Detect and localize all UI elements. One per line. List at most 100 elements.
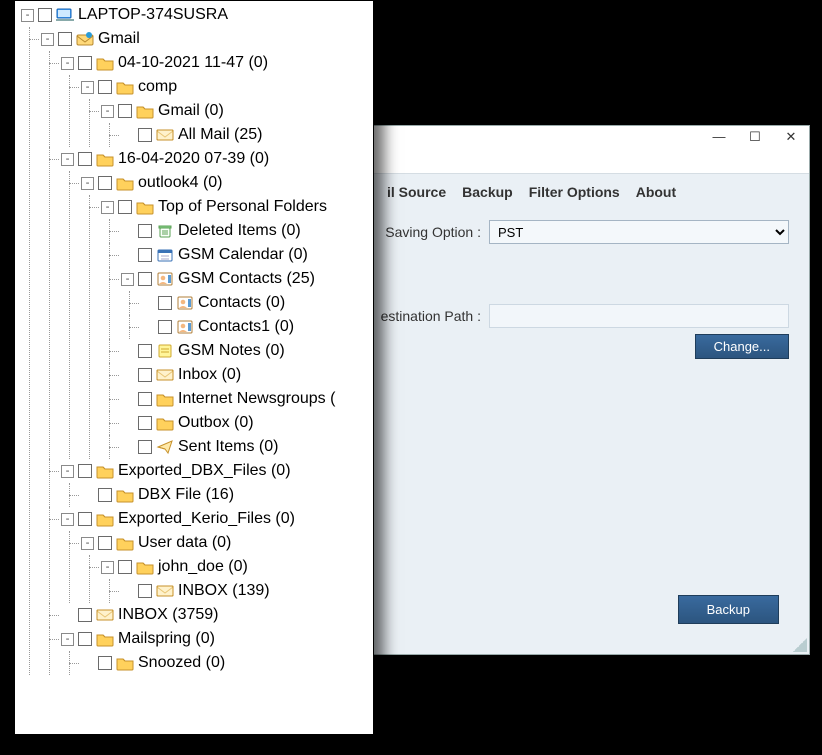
- checkbox[interactable]: [138, 440, 152, 454]
- collapse-icon[interactable]: -: [61, 153, 74, 166]
- tree-node-am[interactable]: All Mail (25): [121, 123, 373, 147]
- checkbox[interactable]: [98, 80, 112, 94]
- destination-path-input[interactable]: [489, 304, 789, 328]
- checkbox[interactable]: [138, 584, 152, 598]
- collapse-icon[interactable]: -: [61, 57, 74, 70]
- tree-node-dbf[interactable]: DBX File (16): [81, 483, 373, 507]
- collapse-icon[interactable]: -: [101, 561, 114, 574]
- maximize-button[interactable]: ☐: [737, 126, 773, 150]
- tree-node-jd[interactable]: -john_doe (0): [101, 555, 373, 579]
- backup-button[interactable]: Backup: [678, 595, 779, 624]
- tab-backup[interactable]: Backup: [456, 182, 519, 202]
- close-button[interactable]: ✕: [773, 126, 809, 150]
- tree-node-del[interactable]: Deleted Items (0): [121, 219, 373, 243]
- checkbox[interactable]: [78, 464, 92, 478]
- tree-label: All Mail (25): [178, 126, 262, 144]
- tab-filter-options[interactable]: Filter Options: [523, 182, 626, 202]
- contacts-icon: [176, 319, 194, 335]
- tree-node-snt[interactable]: Sent Items (0): [121, 435, 373, 459]
- collapse-icon[interactable]: -: [61, 465, 74, 478]
- checkbox[interactable]: [158, 320, 172, 334]
- collapse-icon[interactable]: -: [121, 273, 134, 286]
- checkbox[interactable]: [138, 272, 152, 286]
- folder-tree[interactable]: -LAPTOP-374SUSRA-Gmail-04-10-2021 11-47 …: [17, 3, 373, 675]
- tree-label: GSM Calendar (0): [178, 246, 308, 264]
- checkbox[interactable]: [138, 248, 152, 262]
- tab-about[interactable]: About: [630, 182, 682, 202]
- tree-node-ms[interactable]: - Mailspring (0): [61, 627, 373, 651]
- trash-icon: [156, 223, 174, 239]
- collapse-icon[interactable]: -: [21, 9, 34, 22]
- no-expander: [121, 225, 134, 238]
- saving-option-select[interactable]: PST: [489, 220, 789, 244]
- checkbox[interactable]: [78, 512, 92, 526]
- checkbox[interactable]: [98, 536, 112, 550]
- tree-label: Snoozed (0): [138, 654, 225, 672]
- tree-node-c2[interactable]: Contacts1 (0): [141, 315, 373, 339]
- collapse-icon[interactable]: -: [61, 513, 74, 526]
- tree-node-inb[interactable]: Inbox (0): [121, 363, 373, 387]
- checkbox[interactable]: [78, 632, 92, 646]
- tree-node-dbx[interactable]: -Exported_DBX_Files (0): [61, 459, 373, 483]
- tree-node-c1[interactable]: Contacts (0): [141, 291, 373, 315]
- tree-node-ker[interactable]: -Exported_Kerio_Files (0): [61, 507, 373, 531]
- collapse-icon[interactable]: -: [101, 105, 114, 118]
- folder-icon: [136, 559, 154, 575]
- resize-grip[interactable]: [793, 638, 807, 652]
- checkbox[interactable]: [78, 608, 92, 622]
- tree-label: Gmail: [98, 30, 140, 48]
- checkbox[interactable]: [78, 56, 92, 70]
- checkbox[interactable]: [78, 152, 92, 166]
- tree-node-ol4[interactable]: -outlook4 (0): [81, 171, 373, 195]
- tree-node-comp[interactable]: -comp: [81, 75, 373, 99]
- checkbox[interactable]: [158, 296, 172, 310]
- tree-label: Internet Newsgroups (: [178, 390, 335, 408]
- tree-node-ing[interactable]: Internet Newsgroups (: [121, 387, 373, 411]
- checkbox[interactable]: [118, 200, 132, 214]
- tree-node-root[interactable]: -LAPTOP-374SUSRA: [21, 3, 373, 27]
- checkbox[interactable]: [138, 368, 152, 382]
- minimize-button[interactable]: —: [701, 126, 737, 150]
- checkbox[interactable]: [38, 8, 52, 22]
- checkbox[interactable]: [98, 488, 112, 502]
- checkbox[interactable]: [138, 224, 152, 238]
- checkbox[interactable]: [138, 416, 152, 430]
- checkbox[interactable]: [118, 104, 132, 118]
- collapse-icon[interactable]: -: [61, 633, 74, 646]
- folder-icon: [96, 631, 114, 647]
- collapse-icon[interactable]: -: [81, 81, 94, 94]
- tree-node-out[interactable]: Outbox (0): [121, 411, 373, 435]
- tree-label: Mailspring (0): [118, 630, 215, 648]
- checkbox[interactable]: [138, 128, 152, 142]
- no-expander: [121, 441, 134, 454]
- tree-node-d2[interactable]: -16-04-2020 07-39 (0): [61, 147, 373, 171]
- change-button[interactable]: Change...: [695, 334, 789, 359]
- tree-node-gm[interactable]: -Gmail (0): [101, 99, 373, 123]
- tree-node-ud[interactable]: -User data (0): [81, 531, 373, 555]
- collapse-icon[interactable]: -: [81, 537, 94, 550]
- checkbox[interactable]: [138, 344, 152, 358]
- no-expander: [121, 417, 134, 430]
- tree-node-top[interactable]: - Top of Personal Folders: [101, 195, 373, 219]
- tree-node-d1[interactable]: -04-10-2021 11-47 (0): [61, 51, 373, 75]
- collapse-icon[interactable]: -: [81, 177, 94, 190]
- tree-label: Deleted Items (0): [178, 222, 301, 240]
- checkbox[interactable]: [58, 32, 72, 46]
- tree-node-not[interactable]: GSM Notes (0): [121, 339, 373, 363]
- tab-mail-source[interactable]: il Source: [381, 182, 452, 202]
- tree-node-sn[interactable]: Snoozed (0): [81, 651, 373, 675]
- collapse-icon[interactable]: -: [101, 201, 114, 214]
- tree-node-jinb[interactable]: INBOX (139): [121, 579, 373, 603]
- tree-node-cal[interactable]: GSM Calendar (0): [121, 243, 373, 267]
- mail-icon: [156, 127, 174, 143]
- checkbox[interactable]: [98, 176, 112, 190]
- tree-node-con[interactable]: -GSM Contacts (25): [121, 267, 373, 291]
- collapse-icon[interactable]: -: [41, 33, 54, 46]
- tree-node-minb[interactable]: INBOX (3759): [61, 603, 373, 627]
- checkbox[interactable]: [98, 656, 112, 670]
- no-expander: [141, 297, 154, 310]
- checkbox[interactable]: [138, 392, 152, 406]
- tree-node-gmail[interactable]: - Gmail: [41, 27, 373, 51]
- checkbox[interactable]: [118, 560, 132, 574]
- tree-label: Top of Personal Folders: [158, 198, 327, 216]
